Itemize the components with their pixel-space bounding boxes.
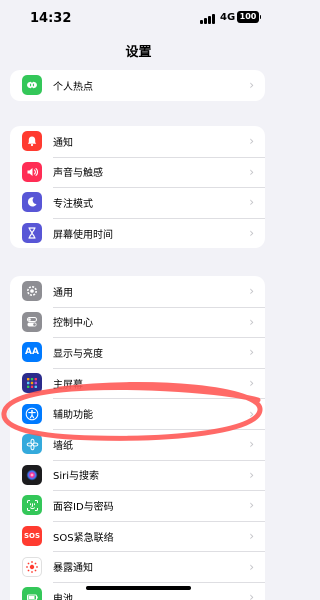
speaker-icon [22,161,42,182]
settings-row-label: 专注模式 [53,198,93,210]
chevron-right-icon: › [249,78,254,93]
faceid-icon [22,495,42,516]
settings-group-general: 通用 › 控制中心 › AA 显示与亮度 › 主屏幕 › 辅助功能 › 墙纸 ›… [10,276,265,600]
settings-row-sounds[interactable]: 声音与触感 › [10,156,265,188]
status-time: 14:32 [30,11,72,26]
settings-row-label: SOS紧急联络 [53,532,114,544]
settings-row-control-center[interactable]: 控制中心 › [10,306,265,338]
chevron-right-icon: › [249,529,254,544]
aa-icon: AA [22,342,42,363]
settings-row-label: 面容ID与密码 [53,501,114,513]
settings-group-connectivity: 个人热点 › [10,70,265,101]
settings-row-focus[interactable]: 专注模式 › [10,187,265,218]
chevron-right-icon: › [249,134,254,149]
settings-row-label: 墙纸 [53,440,73,452]
battery-icon: 100 [237,11,261,23]
chevron-right-icon: › [249,406,254,421]
page-title: 设置 [125,45,152,60]
settings-row-label: 显示与亮度 [53,348,103,360]
hourglass-icon [22,223,42,244]
settings-row-notifications[interactable]: 通知 › [10,126,265,157]
chevron-right-icon: › [249,590,254,600]
home-indicator[interactable] [86,586,191,590]
battery-icon [22,587,42,600]
settings-row-screen-time[interactable]: 屏幕使用时间 › [10,217,265,249]
gear-icon [22,281,42,302]
chevron-right-icon: › [249,437,254,452]
chevron-right-icon: › [249,164,254,179]
settings-row-label: 暴露通知 [53,563,93,575]
chevron-right-icon: › [249,345,254,360]
settings-row-battery[interactable]: 电池 › [10,581,265,600]
accessibility-icon [22,403,42,424]
chevron-right-icon: › [249,284,254,299]
bell-icon [22,131,42,152]
settings-row-label: 通用 [53,287,73,299]
flower-icon [22,434,42,455]
cellular-signal-icon [200,14,216,24]
settings-row-sos[interactable]: SOS SOS紧急联络 › [10,520,265,552]
settings-row-siri[interactable]: Siri与搜索 › [10,459,265,491]
chevron-right-icon: › [249,195,254,210]
chevron-right-icon: › [249,498,254,513]
grid-icon [22,373,42,394]
network-type: 4G [220,12,236,23]
chevron-right-icon: › [249,559,254,574]
settings-row-label: 屏幕使用时间 [53,229,113,241]
siri-icon [22,464,42,485]
settings-row-home-screen[interactable]: 主屏幕 › [10,367,265,399]
settings-row-display[interactable]: AA 显示与亮度 › [10,337,265,368]
settings-group-notifications: 通知 › 声音与触感 › 专注模式 › 屏幕使用时间 › [10,126,265,249]
settings-row-label: 辅助功能 [53,410,93,422]
settings-row-label: 个人热点 [53,81,93,93]
settings-row-label: 电池 [53,593,73,600]
chevron-right-icon: › [249,376,254,391]
exposure-icon [22,556,42,577]
settings-row-label: 主屏幕 [53,379,83,391]
toggles-icon [22,311,42,332]
settings-row-general[interactable]: 通用 › [10,276,265,307]
settings-row-label: 控制中心 [53,318,93,330]
settings-row-wallpaper[interactable]: 墙纸 › [10,428,265,460]
status-bar: 14:32 4G 100 [0,0,277,34]
sos-icon: SOS [22,526,42,547]
settings-row-label: Siri与搜索 [53,471,100,483]
chevron-right-icon: › [249,226,254,241]
settings-row-face-id[interactable]: 面容ID与密码 › [10,490,265,521]
settings-row-exposure[interactable]: 暴露通知 › [10,551,265,582]
moon-icon [22,192,42,213]
settings-row-label: 通知 [53,137,73,149]
settings-row-label: 声音与触感 [53,168,103,180]
settings-screen: 14:32 4G 100 设置 个人热点 › 通知 › 声音与触感 › 专注模式… [0,0,277,600]
settings-row-accessibility[interactable]: 辅助功能 › [10,398,265,429]
chevron-right-icon: › [249,467,254,482]
chevron-right-icon: › [249,314,254,329]
settings-row-hotspot[interactable]: 个人热点 › [10,70,265,101]
hotspot-icon [22,75,42,96]
